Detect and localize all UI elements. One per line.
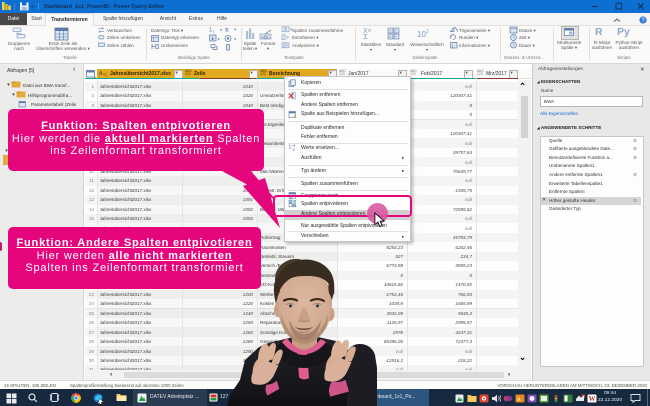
svg-text:W: W	[589, 395, 596, 403]
svg-text:▾: ▾	[234, 37, 237, 42]
svg-text:Σ: Σ	[364, 34, 369, 41]
svg-text:▾: ▾	[218, 37, 221, 42]
svg-text:▾: ▾	[234, 27, 237, 32]
svg-text:▾: ▾	[220, 28, 223, 33]
svg-text:⧉: ⧉	[225, 28, 229, 34]
svg-text:2: 2	[293, 147, 296, 152]
svg-text:a: a	[517, 396, 521, 403]
svg-text:i: i	[452, 44, 453, 49]
svg-text:ABC: ABC	[261, 35, 271, 40]
svg-text:12: 12	[209, 28, 215, 34]
svg-text:2: 2	[426, 29, 429, 35]
svg-text:σ: σ	[368, 28, 372, 34]
